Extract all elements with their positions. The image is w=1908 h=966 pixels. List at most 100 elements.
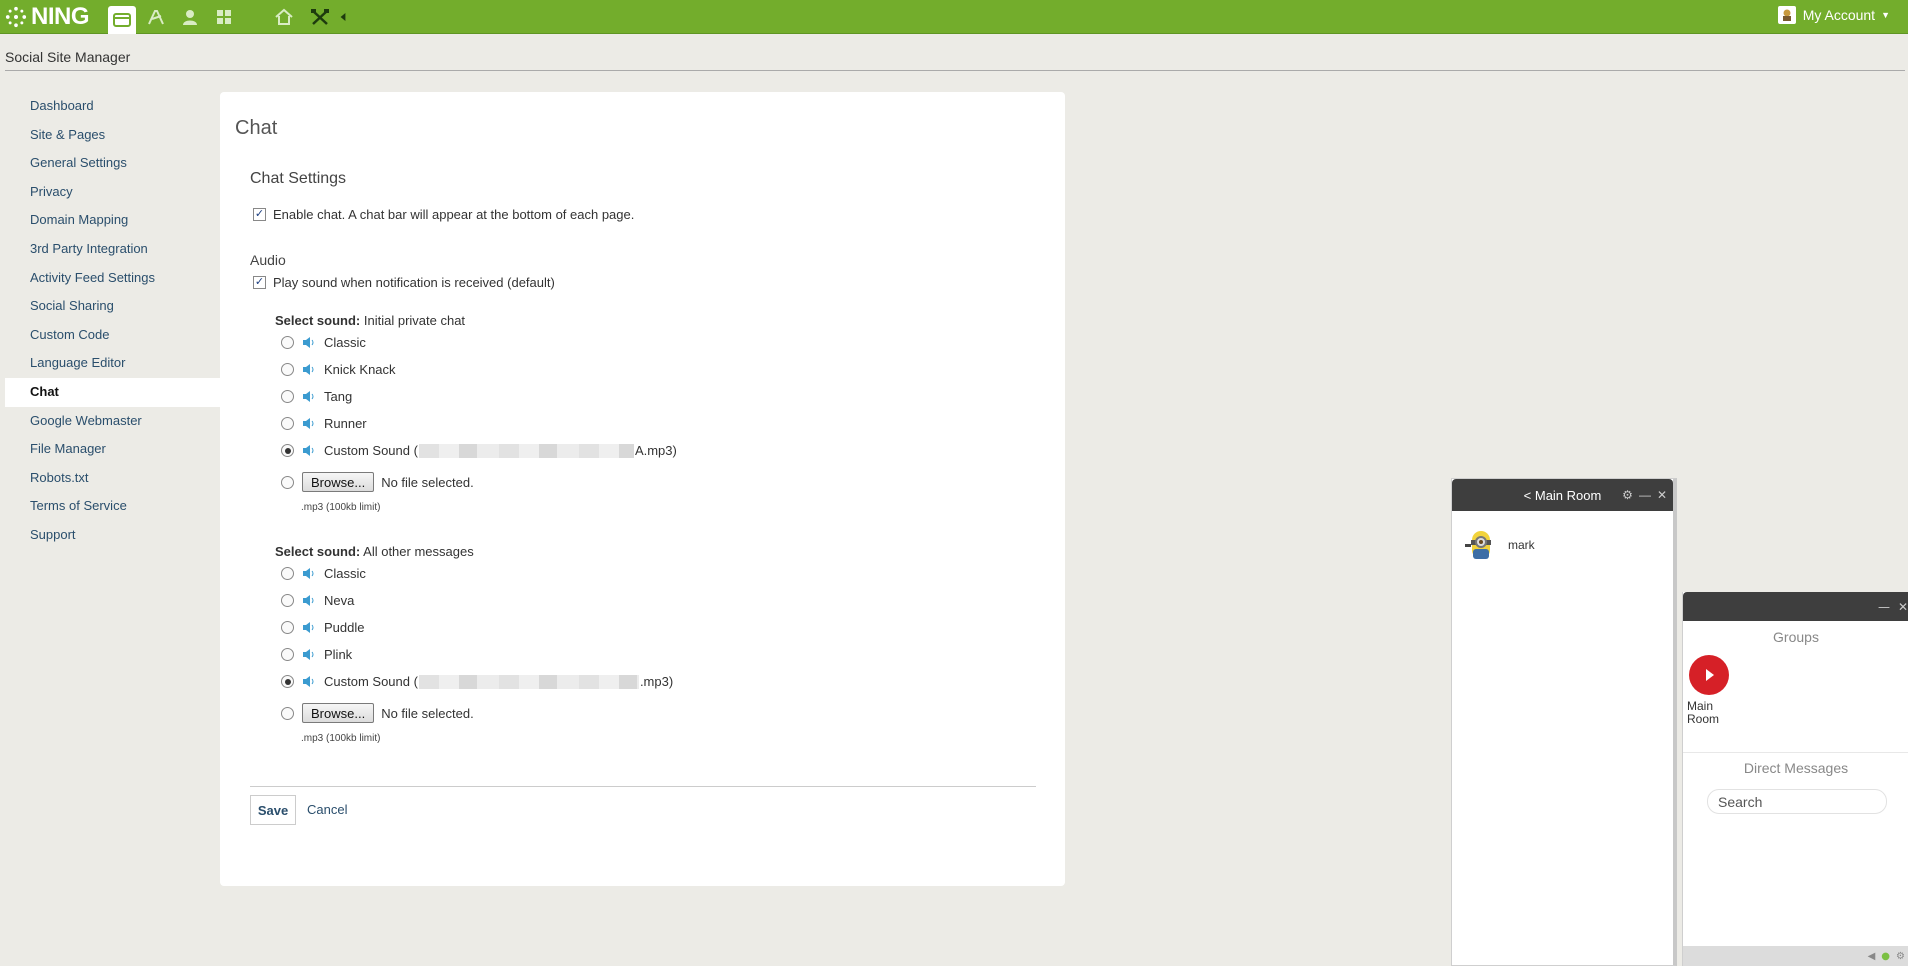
sound-option-label: Classic bbox=[324, 566, 366, 581]
home-icon[interactable] bbox=[270, 6, 298, 28]
sound-radio[interactable] bbox=[281, 594, 294, 607]
chat-panel-header: — ✕ bbox=[1683, 592, 1908, 621]
sound-radio[interactable] bbox=[281, 363, 294, 376]
sound-radio[interactable] bbox=[281, 390, 294, 403]
sound-option-row: Neva bbox=[281, 593, 354, 608]
main-room-button[interactable] bbox=[1689, 655, 1729, 695]
chat-room-title[interactable]: < Main Room bbox=[1524, 488, 1602, 503]
enable-chat-label: Enable chat. A chat bar will appear at t… bbox=[273, 207, 635, 222]
speaker-icon[interactable] bbox=[302, 336, 316, 349]
play-sound-label: Play sound when notification is received… bbox=[273, 275, 555, 290]
header-divider bbox=[5, 70, 1905, 71]
speaker-icon[interactable] bbox=[302, 675, 316, 688]
redacted-filename bbox=[418, 674, 639, 689]
sidebar-item-site-pages[interactable]: Site & Pages bbox=[5, 121, 220, 150]
chat-panel: — ✕ Groups Main Room Direct Messages ◀ ●… bbox=[1682, 592, 1908, 966]
sound-option-label: Runner bbox=[324, 416, 367, 431]
select-sound-label: Select sound: bbox=[275, 544, 361, 559]
custom-sound-suffix: .mp3) bbox=[639, 674, 674, 689]
ning-logo[interactable]: NING bbox=[5, 3, 90, 30]
members-icon[interactable] bbox=[176, 6, 204, 28]
sidebar-item-activity-feed-settings[interactable]: Activity Feed Settings bbox=[5, 264, 220, 293]
custom-sound-prefix: Custom Sound ( bbox=[324, 443, 418, 458]
save-button[interactable]: Save bbox=[250, 795, 296, 825]
chat-panel-divider bbox=[1683, 752, 1908, 753]
sound-option-label: Classic bbox=[324, 335, 366, 350]
browse-button[interactable]: Browse... bbox=[302, 472, 375, 492]
apps-grid-icon[interactable] bbox=[210, 6, 238, 28]
sidebar-item-privacy[interactable]: Privacy bbox=[5, 178, 220, 207]
volume-icon[interactable]: ◀ bbox=[1868, 951, 1876, 962]
enable-chat-checkbox[interactable]: ✓ bbox=[253, 208, 266, 221]
sound-option-label: Neva bbox=[324, 593, 355, 608]
sidebar-item-file-manager[interactable]: File Manager bbox=[5, 435, 220, 464]
chat-room-header[interactable]: < Main Room ⚙ — ✕ bbox=[1452, 479, 1673, 511]
sound-radio[interactable] bbox=[281, 621, 294, 634]
minimize-icon[interactable]: — bbox=[1639, 488, 1651, 502]
close-icon[interactable]: ✕ bbox=[1657, 488, 1667, 502]
panel-title: Chat bbox=[235, 117, 278, 139]
speaker-icon[interactable] bbox=[302, 648, 316, 661]
form-divider bbox=[250, 786, 1036, 787]
speaker-icon[interactable] bbox=[302, 594, 316, 607]
upload-row: Browse... No file selected. bbox=[281, 703, 474, 723]
gear-icon[interactable]: ⚙ bbox=[1622, 488, 1633, 502]
custom-sound-radio[interactable] bbox=[281, 675, 294, 688]
collapse-arrow-icon[interactable] bbox=[336, 6, 350, 28]
chat-panel-controls: — ✕ bbox=[1878, 600, 1908, 614]
search-input[interactable] bbox=[1707, 789, 1887, 814]
sidebar-item-3rd-party-integration[interactable]: 3rd Party Integration bbox=[5, 235, 220, 264]
sidebar-item-social-sharing[interactable]: Social Sharing bbox=[5, 292, 220, 321]
sidebar-item-language-editor[interactable]: Language Editor bbox=[5, 349, 220, 378]
member-item[interactable]: mark bbox=[1464, 528, 1535, 562]
sidebar-item-terms-of-service[interactable]: Terms of Service bbox=[5, 492, 220, 521]
ning-spark-icon bbox=[5, 6, 27, 28]
upload-row: Browse... No file selected. bbox=[281, 472, 474, 492]
speaker-icon[interactable] bbox=[302, 621, 316, 634]
chat-room-window: < Main Room ⚙ — ✕ mark bbox=[1451, 478, 1677, 966]
account-label: My Account bbox=[1802, 7, 1876, 23]
custom-sound-row: Custom Sound ( .mp3) bbox=[281, 674, 673, 689]
chat-window-controls: ⚙ — ✕ bbox=[1622, 488, 1667, 502]
minimize-icon[interactable]: — bbox=[1878, 600, 1890, 614]
dashboard-tab-icon[interactable] bbox=[108, 6, 136, 34]
sidebar-item-chat[interactable]: Chat bbox=[5, 377, 220, 407]
sidebar-item-dashboard[interactable]: Dashboard bbox=[5, 92, 220, 121]
chat-settings-heading: Chat Settings bbox=[250, 170, 347, 187]
close-icon[interactable]: ✕ bbox=[1898, 600, 1908, 614]
chevron-down-icon: ▼ bbox=[1881, 10, 1890, 20]
sidebar-item-robots-txt[interactable]: Robots.txt bbox=[5, 464, 220, 493]
upload-radio[interactable] bbox=[281, 475, 294, 489]
no-file-label: No file selected. bbox=[381, 705, 474, 721]
my-account-menu[interactable]: My Account ▼ bbox=[1777, 6, 1890, 24]
sidebar-item-domain-mapping[interactable]: Domain Mapping bbox=[5, 206, 220, 235]
sidebar-item-google-webmaster[interactable]: Google Webmaster bbox=[5, 407, 220, 436]
sound-radio[interactable] bbox=[281, 336, 294, 349]
room-label[interactable]: Main Room bbox=[1687, 700, 1737, 726]
sound-option-label: Knick Knack bbox=[324, 362, 396, 377]
cancel-link[interactable]: Cancel bbox=[307, 802, 347, 817]
speaker-icon[interactable] bbox=[302, 417, 316, 430]
sidebar-item-support[interactable]: Support bbox=[5, 521, 220, 550]
speaker-icon[interactable] bbox=[302, 444, 316, 457]
sidebar-item-custom-code[interactable]: Custom Code bbox=[5, 321, 220, 350]
appearance-icon[interactable] bbox=[142, 6, 170, 28]
sound-radio[interactable] bbox=[281, 567, 294, 580]
settings-icon[interactable]: ⚙ bbox=[1896, 951, 1905, 962]
member-name: mark bbox=[1508, 538, 1535, 552]
custom-sound-radio[interactable] bbox=[281, 444, 294, 457]
sound-option-row: Classic bbox=[281, 566, 366, 581]
sound-radio[interactable] bbox=[281, 417, 294, 430]
speaker-icon[interactable] bbox=[302, 567, 316, 580]
tools-icon[interactable] bbox=[306, 6, 334, 28]
logo-text: NING bbox=[31, 3, 90, 30]
no-file-label: No file selected. bbox=[381, 474, 474, 490]
sound-radio[interactable] bbox=[281, 648, 294, 661]
upload-radio[interactable] bbox=[281, 706, 294, 720]
speaker-icon[interactable] bbox=[302, 363, 316, 376]
browse-button[interactable]: Browse... bbox=[302, 703, 375, 723]
speaker-icon[interactable] bbox=[302, 390, 316, 403]
sidebar-item-general-settings[interactable]: General Settings bbox=[5, 149, 220, 178]
play-sound-checkbox[interactable]: ✓ bbox=[253, 276, 266, 289]
top-bar: NING My Account ▼ bbox=[0, 0, 1908, 34]
